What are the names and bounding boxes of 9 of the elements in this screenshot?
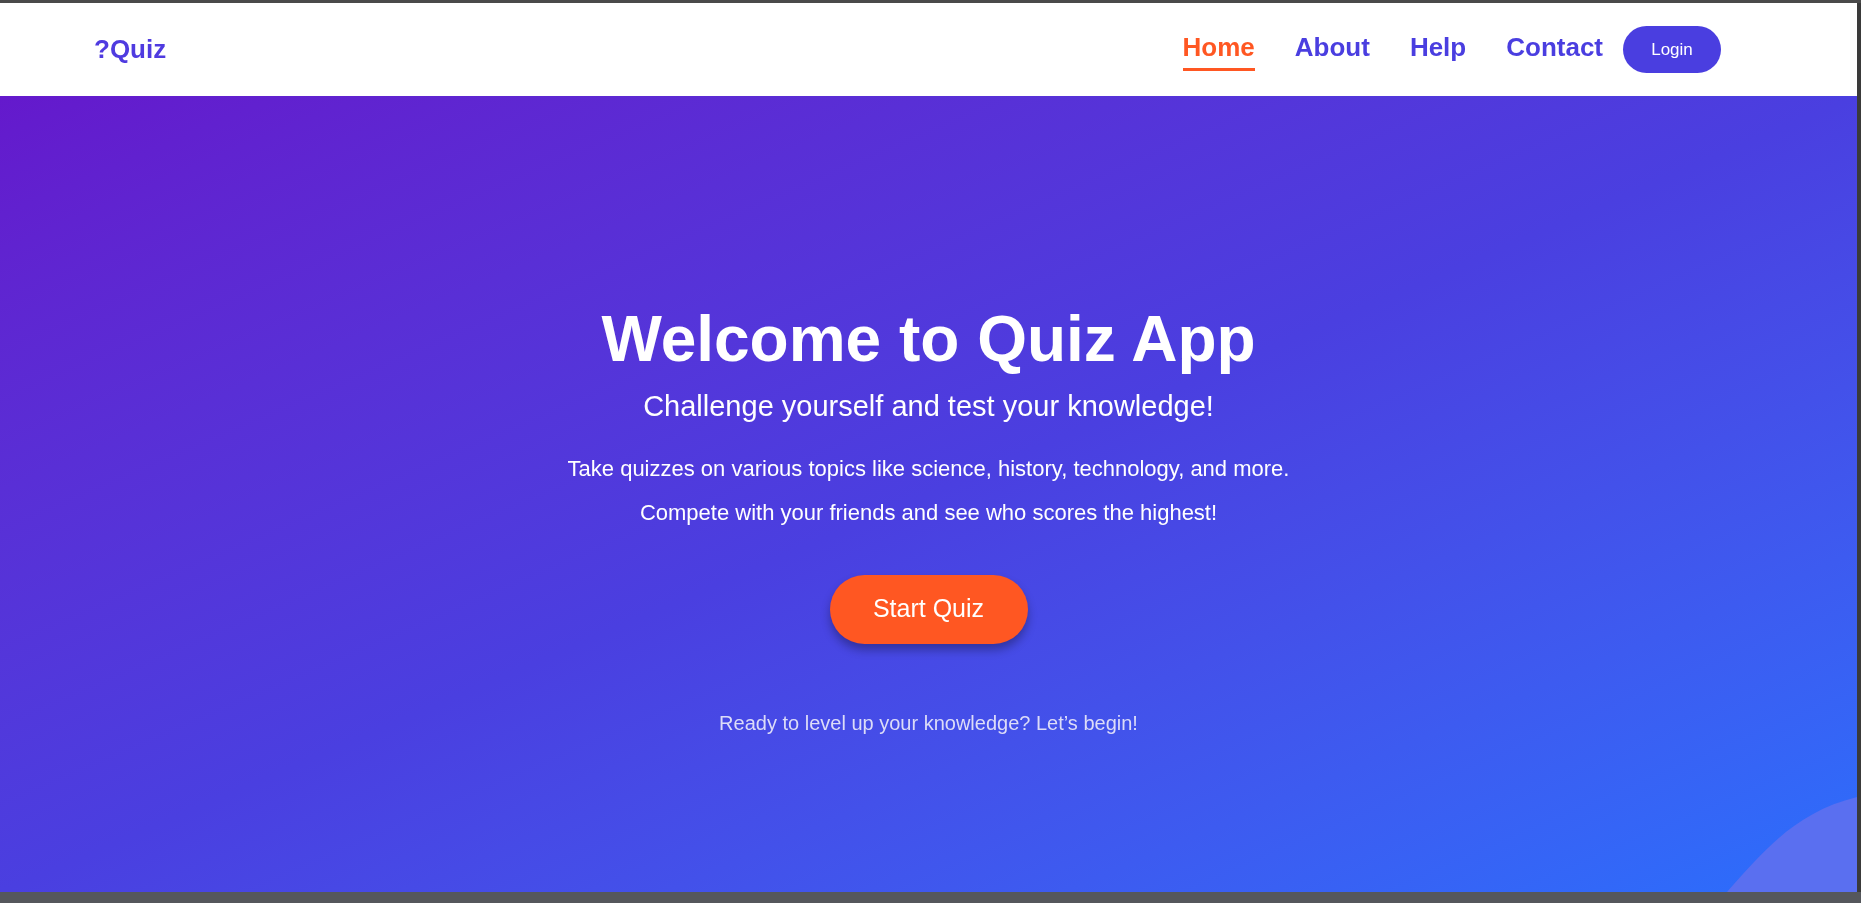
nav-link[interactable]: About	[1294, 28, 1370, 71]
hero-title: Welcome to Quiz App	[601, 302, 1256, 377]
hero-description: Take quizzes on various topics like science, history, technology, and more. Compete with your friends and see who scores the highest!	[566, 454, 1291, 527]
login-button[interactable]: Login	[1623, 26, 1721, 73]
logo[interactable]: ?Quiz	[94, 30, 167, 69]
nav-link[interactable]: Help	[1409, 28, 1467, 71]
nav-link[interactable]: Contact	[1506, 28, 1603, 71]
hero-footnote: Ready to level up your knowledge? Let’s begin!	[719, 710, 1138, 736]
hero-subtitle: Challenge yourself and test your knowledge!	[643, 389, 1214, 424]
